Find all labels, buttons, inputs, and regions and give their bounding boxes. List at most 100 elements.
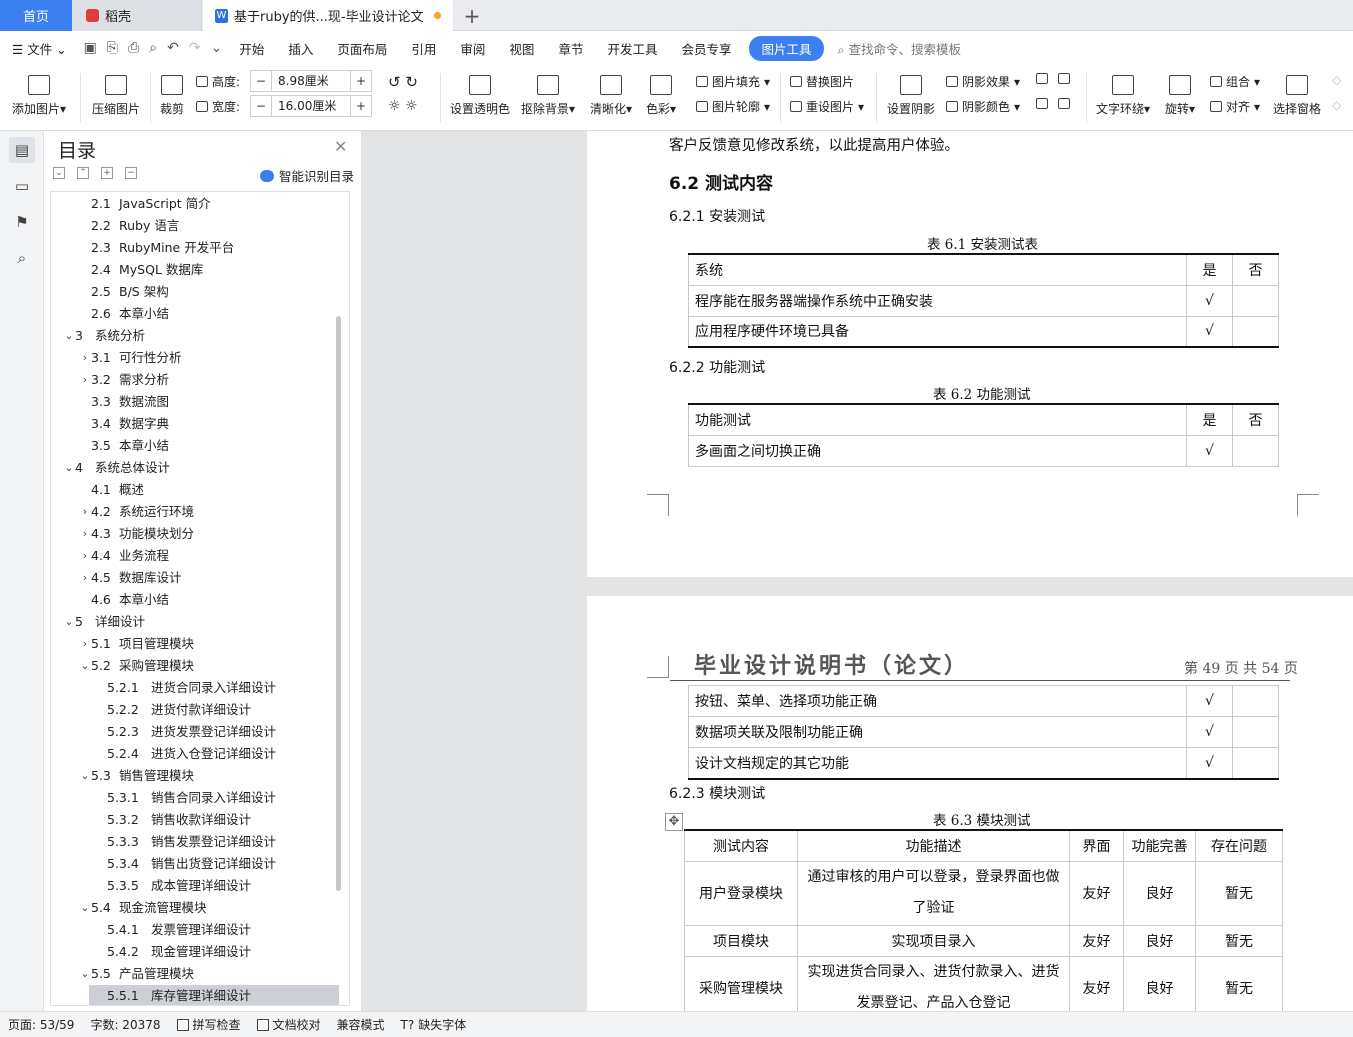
toc-item[interactable]: ⌄ 4 系统总体设计: [51, 457, 341, 479]
toc-item[interactable]: › 4.5 数据库设计: [51, 567, 341, 589]
command-search[interactable]: ⌕ 查找命令、搜索模板: [838, 39, 962, 58]
picture-outline-button[interactable]: 图片轮廓 ▾: [696, 98, 770, 115]
layer-icon[interactable]: ◇: [1332, 73, 1341, 87]
menu-item-devtools[interactable]: 开发工具: [595, 39, 669, 58]
search-icon[interactable]: ⌕: [9, 245, 35, 271]
toc-item[interactable]: ⌄ 3 系统分析: [51, 325, 341, 347]
compress-picture-button[interactable]: 压缩图片: [92, 75, 140, 117]
toc-item[interactable]: ⌄ 5.2 采购管理模块: [51, 655, 341, 677]
plus-icon[interactable]: +: [351, 74, 371, 88]
toc-item[interactable]: 2.2 Ruby 语言: [51, 215, 341, 237]
toc-item[interactable]: 2.4 MySQL 数据库: [51, 259, 341, 281]
chevron-down-icon[interactable]: ⌄: [63, 325, 75, 347]
add-picture-button[interactable]: 添加图片▾: [12, 75, 66, 117]
group-button[interactable]: 组合 ▾: [1210, 73, 1260, 90]
smart-toc-button[interactable]: 智能识别目录: [260, 166, 354, 185]
toc-item[interactable]: › 5.1 项目管理模块: [51, 633, 341, 655]
toc-item[interactable]: 5.2.2 进货付款详细设计: [51, 699, 341, 721]
more-chevron-icon[interactable]: ⌄: [206, 40, 228, 56]
align-button[interactable]: 对齐 ▾: [1210, 98, 1260, 115]
shadow-offset-icons-2[interactable]: [1036, 98, 1070, 109]
chevron-right-icon[interactable]: ›: [79, 633, 91, 655]
toc-item[interactable]: ⌄ 5 详细设计: [51, 611, 341, 633]
toc-item[interactable]: › 4.2 系统运行环境: [51, 501, 341, 523]
toc-item[interactable]: 4.1 概述: [51, 479, 341, 501]
shadow-effect-button[interactable]: 阴影效果 ▾: [946, 73, 1020, 90]
shadow-right-icon[interactable]: [1058, 98, 1070, 109]
menu-item-view[interactable]: 视图: [497, 39, 546, 58]
export-icon[interactable]: ⎘: [102, 40, 123, 56]
shadow-up-icon[interactable]: [1036, 73, 1048, 84]
tab-home[interactable]: 首页: [0, 0, 72, 31]
chevron-right-icon[interactable]: ›: [79, 545, 91, 567]
toc-item[interactable]: 3.3 数据流图: [51, 391, 341, 413]
chevron-down-icon[interactable]: ⌄: [63, 611, 75, 633]
menu-item-review[interactable]: 审阅: [448, 39, 497, 58]
chevron-down-icon[interactable]: ⌄: [79, 897, 91, 919]
toc-item[interactable]: 5.3.1 销售合同录入详细设计: [51, 787, 341, 809]
chevron-right-icon[interactable]: ›: [79, 523, 91, 545]
toc-item[interactable]: 5.2.1 进货合同录入详细设计: [51, 677, 341, 699]
shadow-offset-icons[interactable]: [1036, 73, 1070, 84]
height-stepper[interactable]: −8.98厘米 +: [250, 70, 372, 92]
toc-item[interactable]: › 3.1 可行性分析: [51, 347, 341, 369]
color-button[interactable]: 色彩▾: [646, 75, 676, 117]
toc-item[interactable]: › 3.2 需求分析: [51, 369, 341, 391]
menu-item-reference[interactable]: 引用: [399, 39, 448, 58]
page-indicator[interactable]: 页面: 53/59: [0, 1016, 82, 1033]
file-menu[interactable]: ☰ 文件 ⌄: [0, 39, 79, 58]
toc-item[interactable]: 5.3.4 销售出货登记详细设计: [51, 853, 341, 875]
selection-pane-button[interactable]: 选择窗格: [1273, 75, 1321, 117]
add-heading-icon[interactable]: +: [101, 167, 113, 179]
new-tab-button[interactable]: +: [460, 0, 484, 31]
expand-up-icon[interactable]: ⌃: [77, 167, 89, 179]
chevron-right-icon[interactable]: ›: [79, 501, 91, 523]
menu-item-layout[interactable]: 页面布局: [325, 39, 399, 58]
chevron-right-icon[interactable]: ›: [79, 369, 91, 391]
toc-item[interactable]: 5.2.4 进货入仓登记详细设计: [51, 743, 341, 765]
shadow-left-icon[interactable]: [1036, 98, 1048, 109]
shadow-color-button[interactable]: 阴影颜色 ▾: [946, 98, 1020, 115]
menu-item-picture-tools[interactable]: 图片工具: [749, 35, 824, 61]
toc-item[interactable]: 2.6 本章小结: [51, 303, 341, 325]
menu-item-start[interactable]: 开始: [227, 39, 276, 58]
toc-item[interactable]: 5.3.5 成本管理详细设计: [51, 875, 341, 897]
toc-scrollbar[interactable]: [336, 316, 341, 891]
sharpen-button[interactable]: 清晰化▾: [590, 75, 632, 117]
brightness-icon[interactable]: ☼ ☼: [388, 98, 418, 114]
menu-item-insert[interactable]: 插入: [276, 39, 325, 58]
toc-item[interactable]: 2.3 RubyMine 开发平台: [51, 237, 341, 259]
toc-item[interactable]: ⌄ 5.5 产品管理模块: [51, 963, 341, 985]
chevron-down-icon[interactable]: ⌄: [79, 765, 91, 787]
collapse-all-icon[interactable]: ⌄: [53, 167, 65, 179]
close-icon[interactable]: ✕: [334, 137, 347, 156]
chevron-right-icon[interactable]: ›: [79, 347, 91, 369]
minus-icon[interactable]: −: [251, 99, 271, 113]
word-count[interactable]: 字数: 20378: [82, 1016, 168, 1033]
chevron-down-icon[interactable]: ⌄: [63, 457, 75, 479]
height-input[interactable]: 8.98厘米: [271, 71, 351, 91]
toc-panel-icon[interactable]: ▤: [9, 137, 35, 163]
tab-daoke[interactable]: 稻壳: [72, 0, 202, 31]
toc-item[interactable]: ⌄ 5.4 现金流管理模块: [51, 897, 341, 919]
layer-icon-2[interactable]: ◇: [1332, 98, 1341, 112]
reset-picture-button[interactable]: 重设图片 ▾: [790, 98, 864, 115]
spell-check-toggle[interactable]: 拼写检查: [169, 1016, 249, 1033]
missing-font-button[interactable]: T? 缺失字体: [393, 1016, 475, 1033]
text-wrap-button[interactable]: 文字环绕▾: [1096, 75, 1150, 117]
toc-item[interactable]: 5.4.2 现金管理详细设计: [51, 941, 341, 963]
proofread-toggle[interactable]: 文档校对: [249, 1016, 329, 1033]
toc-item[interactable]: 5.4.1 发票管理详细设计: [51, 919, 341, 941]
toc-item[interactable]: 5.5.1 库存管理详细设计: [89, 985, 339, 1005]
toc-item[interactable]: 5.3.3 销售发票登记详细设计: [51, 831, 341, 853]
shadow-down-icon[interactable]: [1058, 73, 1070, 84]
remove-heading-icon[interactable]: −: [125, 167, 137, 179]
picture-fill-button[interactable]: 图片填充 ▾: [696, 73, 770, 90]
chevron-down-icon[interactable]: ⌄: [79, 963, 91, 985]
menu-item-member[interactable]: 会员专享: [669, 39, 743, 58]
redo-icon[interactable]: ↷: [184, 40, 206, 56]
toc-item[interactable]: › 4.3 功能模块划分: [51, 523, 341, 545]
width-input[interactable]: 16.00厘米: [271, 96, 351, 116]
set-shadow-button[interactable]: 设置阴影: [887, 75, 935, 117]
width-stepper[interactable]: −16.00厘米 +: [250, 95, 372, 117]
